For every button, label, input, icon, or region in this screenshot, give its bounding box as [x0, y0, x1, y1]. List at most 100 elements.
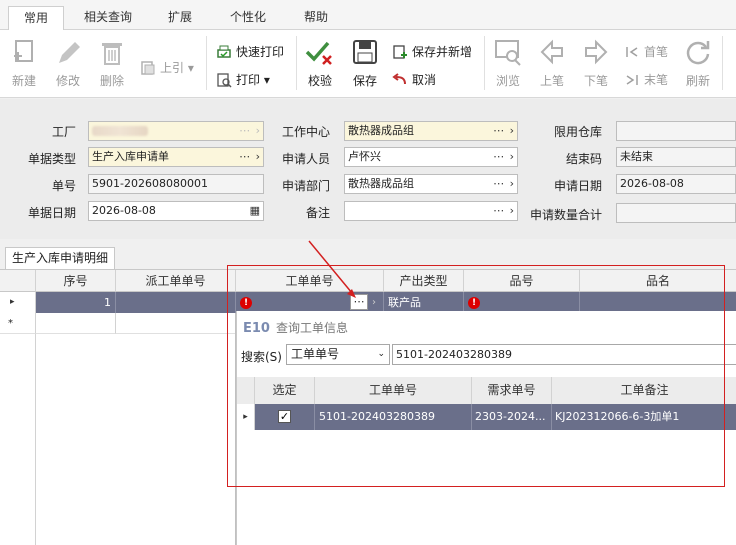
- calendar-icon[interactable]: ▦: [250, 202, 261, 220]
- column-header[interactable]: 品名: [580, 270, 736, 292]
- cell-dispatch-no[interactable]: [116, 292, 236, 313]
- lookup-button[interactable]: ⋯: [350, 294, 368, 310]
- column-header[interactable]: 品号: [464, 270, 580, 292]
- verify-button[interactable]: 校验: [300, 30, 340, 96]
- search-input-value: 5101-202403280389: [396, 348, 512, 361]
- separator: [206, 36, 207, 90]
- popup-title-text: 查询工单信息: [275, 321, 348, 335]
- checkbox[interactable]: ✓: [278, 410, 291, 423]
- search-field-select[interactable]: 工单单号 ⌄: [286, 344, 390, 365]
- new-label: 新建: [11, 74, 36, 88]
- tab-detail[interactable]: 生产入库申请明细: [5, 247, 115, 269]
- separator: [484, 36, 485, 90]
- edit-button[interactable]: 修改: [48, 30, 88, 96]
- apply-date-label: 申请日期: [553, 179, 602, 193]
- cell-remark[interactable]: KJ202312066-6-3加单1: [552, 404, 736, 430]
- error-icon: !: [240, 297, 252, 309]
- prev-button[interactable]: 上笔: [532, 30, 572, 96]
- search-label: 搜索(S): [241, 350, 282, 364]
- ribbon-tabs: 常用 相关查询 扩展 个性化 帮助: [0, 0, 736, 31]
- apply-date-field[interactable]: 2026-08-08: [616, 174, 736, 194]
- pull-button[interactable]: 上引 ▾: [138, 58, 200, 78]
- tab-common[interactable]: 常用: [8, 6, 64, 31]
- new-row-marker: *: [0, 313, 36, 334]
- column-header[interactable]: 序号: [36, 270, 116, 292]
- cell-wo-no[interactable]: ! ⋯ ›: [236, 292, 384, 313]
- doc-date-field[interactable]: 2026-08-08 ▦: [88, 201, 264, 221]
- separator: [722, 36, 723, 90]
- first-button[interactable]: 首笔: [622, 42, 674, 62]
- next-icon: [585, 39, 608, 65]
- cancel-button[interactable]: 取消: [390, 70, 450, 90]
- column-header[interactable]: 派工单单号: [116, 270, 236, 292]
- save-new-button[interactable]: 保存并新增: [390, 42, 478, 62]
- lookup-buttons[interactable]: ⋯ ›: [493, 175, 515, 193]
- factory-label: 工厂: [51, 125, 76, 139]
- refresh-label: 刷新: [685, 74, 710, 88]
- popup-title: E10 查询工单信息: [243, 319, 348, 336]
- tab-help[interactable]: 帮助: [294, 6, 338, 30]
- column-header[interactable]: 产出类型: [384, 270, 464, 292]
- cell-item-name[interactable]: [580, 292, 736, 313]
- column-header[interactable]: 工单单号: [315, 377, 472, 404]
- refresh-button[interactable]: 刷新: [678, 30, 718, 96]
- qty-total-field[interactable]: [616, 203, 736, 223]
- next-button[interactable]: 下笔: [576, 30, 616, 96]
- delete-label: 删除: [99, 74, 124, 88]
- factory-field[interactable]: ⋯ ›: [88, 121, 264, 141]
- delete-button[interactable]: 删除: [92, 30, 132, 96]
- cell-wo-no[interactable]: 5101-202403280389: [315, 404, 472, 430]
- print-icon: [217, 73, 232, 88]
- cell-output-type[interactable]: 联产品: [384, 292, 464, 313]
- save-button[interactable]: 保存: [345, 30, 385, 96]
- column-header[interactable]: 工单备注: [552, 377, 736, 404]
- close-code-field[interactable]: 未结束: [616, 147, 736, 167]
- save-new-icon: [393, 45, 407, 59]
- pull-label: 上引: [160, 61, 185, 75]
- new-button[interactable]: 新建: [4, 30, 44, 96]
- lookup-buttons: ⋯ ›: [239, 124, 261, 137]
- table-row[interactable]: ▸ ✓ 5101-202403280389 2303-2024... KJ202…: [237, 404, 736, 430]
- column-header[interactable]: 工单单号: [236, 270, 384, 292]
- tab-extend[interactable]: 扩展: [158, 6, 202, 30]
- lookup-buttons[interactable]: ⋯ ›: [493, 122, 515, 140]
- warehouse-field[interactable]: [616, 121, 736, 141]
- work-center-field[interactable]: 散热器成品组 ⋯ ›: [344, 121, 518, 141]
- last-button[interactable]: 末笔: [622, 70, 674, 90]
- pull-icon: [141, 61, 155, 75]
- tab-related-query[interactable]: 相关查询: [76, 6, 140, 30]
- save-new-label: 保存并新增: [412, 45, 473, 59]
- first-label: 首笔: [644, 45, 669, 59]
- browse-button[interactable]: 浏览: [488, 30, 528, 96]
- lookup-buttons[interactable]: ⋯ ›: [493, 148, 515, 166]
- lookup-buttons[interactable]: ⋯ ›: [493, 202, 515, 220]
- doc-no-field[interactable]: 5901-202608080001: [88, 174, 264, 194]
- print-label: 打印: [236, 73, 261, 87]
- applicant-field[interactable]: 卢怀兴 ⋯ ›: [344, 147, 518, 167]
- save-label: 保存: [352, 74, 377, 88]
- cell-demand-no[interactable]: 2303-2024...: [472, 404, 552, 430]
- next-label: 下笔: [583, 74, 608, 88]
- doc-type-field[interactable]: 生产入库申请单 ⋯ ›: [88, 147, 264, 167]
- remark-field[interactable]: ⋯ ›: [344, 201, 518, 221]
- column-header[interactable]: 选定: [255, 377, 315, 404]
- tab-personalize[interactable]: 个性化: [222, 6, 274, 30]
- redacted-value: [92, 126, 148, 136]
- header-form: 工厂 ⋯ › 单据类型 生产入库申请单 ⋯ › 单号 5901-202608080…: [0, 99, 736, 239]
- print-button[interactable]: 打印 ▾: [214, 70, 284, 90]
- cell-item-no[interactable]: !: [464, 292, 580, 313]
- new-row-cell[interactable]: [116, 313, 236, 334]
- cell-selected[interactable]: ✓: [255, 404, 315, 430]
- prev-label: 上笔: [539, 74, 564, 88]
- search-input[interactable]: 5101-202403280389: [392, 344, 736, 365]
- quick-print-button[interactable]: 快速打印: [214, 42, 294, 62]
- column-header[interactable]: 需求单号: [472, 377, 552, 404]
- new-row-cell[interactable]: [36, 313, 116, 334]
- lookup-buttons[interactable]: ⋯ ›: [239, 148, 261, 166]
- chevron-right-icon: ›: [372, 297, 376, 308]
- cell-seq[interactable]: 1: [36, 292, 116, 313]
- doc-no-value: 5901-202608080001: [92, 177, 208, 190]
- last-icon: [626, 75, 638, 85]
- table-row[interactable]: ▸ 1 ! ⋯ › 联产品 !: [0, 292, 736, 313]
- dept-field[interactable]: 散热器成品组 ⋯ ›: [344, 174, 518, 194]
